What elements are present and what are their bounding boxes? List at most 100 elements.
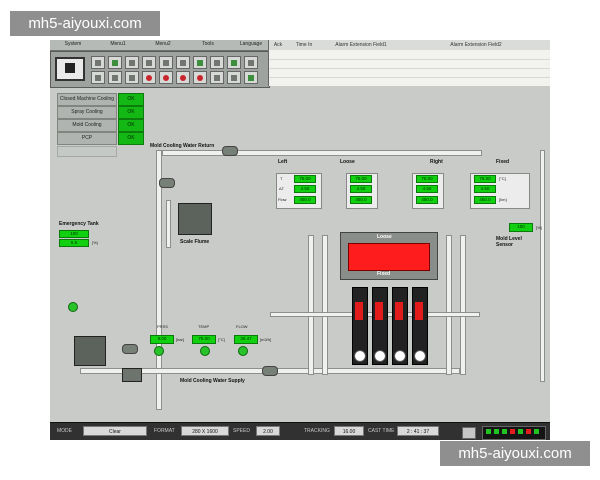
mold-level-unit: [%] [536,225,542,230]
status-light-icon [68,302,78,312]
pcp-button[interactable]: PCP [57,132,117,145]
pump-icon[interactable] [122,368,142,382]
segment-indicator [395,302,403,320]
scale-flume-tank [178,203,212,235]
zone-loose-flow: 450.0 [350,196,372,204]
screen-12-icon[interactable] [108,71,122,84]
spray-cooling-button[interactable]: Spray Cooling [57,106,117,119]
emergency-tank-value: 5.5 [59,239,89,247]
temp-unit: [°C] [499,176,506,181]
emergency-tank-title: Emergency Tank [59,221,99,227]
screen-10-icon[interactable] [244,56,258,69]
alarm-col-field2: Alarm Extension Field2 [401,40,550,50]
zone-fixed-label: Fixed [496,159,510,165]
pump-icon[interactable] [74,336,106,366]
status-badge: OK [118,132,144,145]
loop-pipe-4 [460,235,466,375]
fixed-right-pipe [540,150,545,382]
valve-icon[interactable] [222,146,238,156]
loop-pipe-1 [308,235,314,375]
gauge-icon [414,350,426,362]
segment-indicator [375,302,383,320]
status-light-icon [154,346,164,356]
zone-loose-label: Loose [340,159,355,165]
screen-3-icon[interactable] [125,56,139,69]
status-bar: MODE Clear FORMAT 280 X 1600 SPEED 2.00 … [50,422,550,440]
screen-5-icon[interactable] [159,56,173,69]
valve-icon[interactable] [159,178,175,188]
supply-flow-unit: [m3/h] [260,337,272,342]
menu-system[interactable]: System [52,41,94,47]
closed-machine-cooling-button[interactable]: Closed Machine Cooling [57,93,117,106]
menu-menu1[interactable]: Menu1 [97,41,139,47]
supply-temperature-unit: [°C] [218,337,225,342]
watermark-top: mh5-aiyouxi.com [10,11,160,36]
mode-label: MODE [57,428,72,434]
status-light-icon [200,346,210,356]
delta-t-symbol: ΔT [279,186,285,191]
green-led [502,429,507,434]
return-pipe-top [162,150,482,156]
mold-cooling-button[interactable]: Mold Cooling [57,119,117,132]
mode-field: Clear [83,426,147,436]
scale-flume-pipe [166,200,171,248]
temp-symbol: T [280,176,283,181]
valve-icon[interactable] [262,366,278,376]
screen-13-icon[interactable] [125,71,139,84]
flow-symbol: Flow [278,197,287,202]
zone-left-label: Left [278,159,288,165]
screen-6-icon[interactable] [176,56,190,69]
zone-right-delta-t: 4.50 [416,185,438,193]
green-led [494,429,499,434]
fixed-center-label: Fixed [377,271,391,277]
watermark-bottom: mh5-aiyouxi.com [440,441,590,466]
screen-11-icon[interactable] [91,71,105,84]
loose-center-label: Loose [377,234,392,240]
screen-16-icon[interactable] [176,71,190,84]
valve-icon[interactable] [122,344,138,354]
zone-left-flow: 450.0 [294,196,316,204]
red-led [510,429,515,434]
screen-14-icon[interactable] [142,71,156,84]
status-light-icon [238,346,248,356]
mold-alarm-display [348,243,430,271]
green-led [534,429,539,434]
speed-field: 2.00 [256,426,280,436]
screen-1-icon[interactable] [91,56,105,69]
toolbar [50,51,270,88]
disabled-button [57,146,117,157]
screen-7-icon[interactable] [193,56,207,69]
monitor-icon[interactable] [55,57,85,81]
screen-15-icon[interactable] [159,71,173,84]
hmi-screen: System Menu1 Menu2 Tools Language Ack Ti… [50,40,550,440]
menu-menu2[interactable]: Menu2 [142,41,184,47]
loop-pipe-2 [322,235,328,375]
cast-time-label: CAST TIME [368,428,395,434]
tracking-label: TRACKING [304,428,330,434]
keyboard-icon[interactable] [462,427,476,439]
alarm-col-time: Time In [287,40,322,50]
zone-loose-delta-t: 4.50 [350,185,372,193]
format-label: FORMAT [154,428,175,434]
supply-pressure-unit: [bar] [176,337,185,342]
gauge-icon [394,350,406,362]
zone-left-delta-t: 4.50 [294,185,316,193]
cast-time-field: 2 : 41 : 37 [397,426,439,436]
menu-language[interactable]: Language [230,41,272,47]
pressure-tag: PRSS [157,324,168,329]
screen-17-icon[interactable] [193,71,207,84]
format-field: 280 X 1600 [181,426,229,436]
gauge-icon [354,350,366,362]
mold-cooling-return-label: Mold Cooling Water Return [150,143,215,149]
zone-fixed-delta-t: 4.50 [474,185,496,193]
screen-2-icon[interactable] [108,56,122,69]
screen-20-icon[interactable] [244,71,258,84]
screen-4-icon[interactable] [142,56,156,69]
tracking-field: 16.00 [334,426,364,436]
loop-pipe-3 [446,235,452,375]
screen-8-icon[interactable] [210,56,224,69]
menu-tools[interactable]: Tools [187,41,229,47]
screen-18-icon[interactable] [210,71,224,84]
screen-9-icon[interactable] [227,56,241,69]
screen-19-icon[interactable] [227,71,241,84]
